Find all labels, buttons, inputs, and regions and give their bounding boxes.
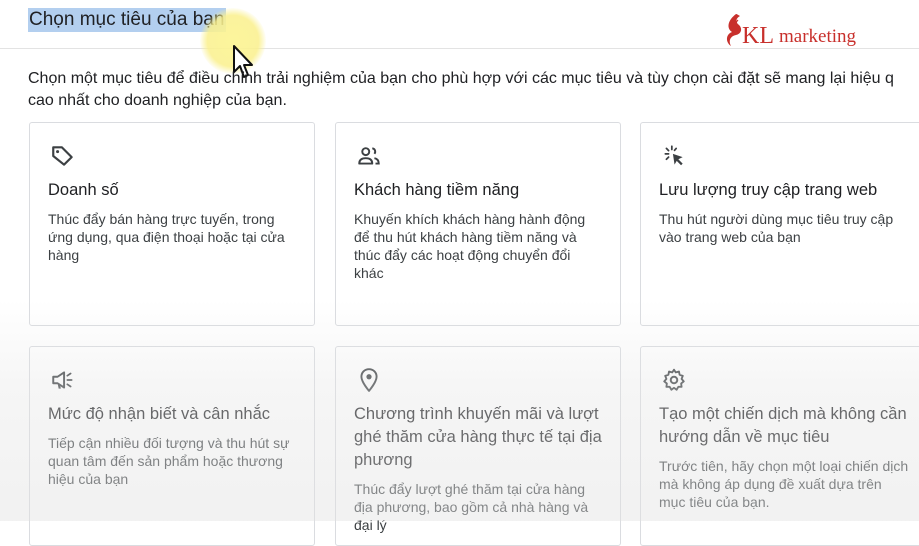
page-title: Chọn mục tiêu của bạn xyxy=(28,8,227,32)
goal-card-sales[interactable]: Doanh số Thúc đẩy bán hàng trực tuyến, t… xyxy=(29,122,315,326)
kl-marketing-logo: KL marketing xyxy=(722,10,856,50)
people-icon xyxy=(356,143,382,169)
location-pin-icon xyxy=(356,367,382,393)
goal-description: Thúc đẩy lượt ghé thăm tại cửa hàng địa … xyxy=(354,481,589,533)
goal-card-local-store-visits[interactable]: Chương trình khuyến mãi và lượt ghé thăm… xyxy=(335,346,621,546)
goal-title: Tạo một chiến dịch mà không cần hướng dẫ… xyxy=(659,405,907,446)
goal-description: Trước tiên, hãy chọn một loại chiến dịch… xyxy=(659,458,909,510)
goal-card-leads[interactable]: Khách hàng tiềm năng Khuyến khích khách … xyxy=(335,122,621,326)
goal-title: Lưu lượng truy cập trang web xyxy=(659,181,878,199)
gear-icon xyxy=(661,367,687,393)
goal-title: Mức độ nhận biết và cân nhắc xyxy=(48,405,271,423)
goal-card-no-goal[interactable]: Tạo một chiến dịch mà không cần hướng dẫ… xyxy=(640,346,919,546)
tag-icon xyxy=(50,143,76,169)
intro-line-2: cao nhất cho doanh nghiệp của bạn. xyxy=(28,92,287,109)
goal-description: Tiếp cận nhiều đối tượng và thu hút sự q… xyxy=(48,435,290,487)
goal-description: Khuyến khích khách hàng hành động để thu… xyxy=(354,211,586,281)
goal-title: Doanh số xyxy=(48,181,119,199)
logo-kl-text: KL xyxy=(742,23,774,49)
goal-title: Khách hàng tiềm năng xyxy=(354,181,520,199)
intro-line-1: Chọn một mục tiêu để điều chỉnh trải ngh… xyxy=(28,70,894,87)
logo-marketing-text: marketing xyxy=(779,26,857,47)
goal-card-awareness[interactable]: Mức độ nhận biết và cân nhắc Tiếp cận nh… xyxy=(29,346,315,546)
goal-title: Chương trình khuyến mãi và lượt ghé thăm… xyxy=(354,405,602,469)
intro-description: Chọn một mục tiêu để điều chỉnh trải ngh… xyxy=(28,68,919,112)
goal-description: Thu hút người dùng mục tiêu truy cập vào… xyxy=(659,211,894,245)
goal-description: Thúc đẩy bán hàng trực tuyến, trong ứng … xyxy=(48,211,285,263)
top-bar: Chọn mục tiêu của bạn KL marketing xyxy=(0,0,919,49)
cursor-click-icon xyxy=(661,143,687,169)
megaphone-icon xyxy=(50,367,76,393)
goal-card-website-traffic[interactable]: Lưu lượng truy cập trang web Thu hút ngư… xyxy=(640,122,919,326)
